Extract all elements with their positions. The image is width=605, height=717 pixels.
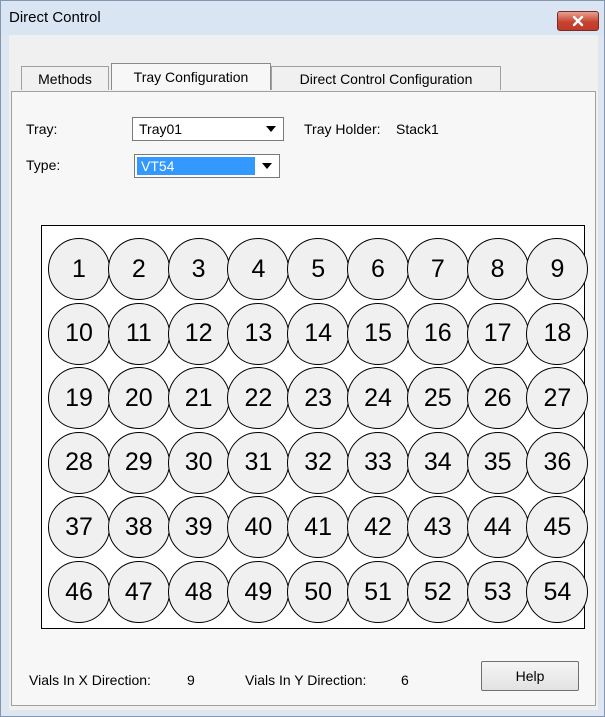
vial-21[interactable]: 21	[167, 367, 230, 430]
tab-tray-configuration[interactable]: Tray Configuration	[111, 63, 271, 90]
tray-holder-value: Stack1	[396, 121, 439, 137]
vial-42[interactable]: 42	[347, 496, 409, 559]
tray-select-value: Tray01	[139, 121, 183, 137]
vial-47[interactable]: 47	[107, 561, 170, 623]
tab-methods-label: Methods	[38, 70, 92, 87]
vial-34[interactable]: 34	[406, 431, 469, 494]
vial-46[interactable]: 46	[48, 561, 110, 623]
chevron-down-icon	[262, 163, 272, 169]
title-bar: Direct Control	[1, 1, 604, 35]
tab-direct-control-configuration[interactable]: Direct Control Configuration	[271, 66, 501, 90]
vial-1[interactable]: 1	[48, 238, 110, 300]
vial-24[interactable]: 24	[347, 367, 409, 430]
vial-38[interactable]: 38	[107, 496, 170, 559]
vial-2[interactable]: 2	[107, 238, 170, 300]
vial-10[interactable]: 10	[48, 302, 110, 365]
vial-15[interactable]: 15	[347, 302, 409, 365]
vial-50[interactable]: 50	[287, 561, 350, 623]
vial-48[interactable]: 48	[167, 561, 230, 623]
type-label: Type:	[26, 157, 61, 173]
vials-y-value: 6	[401, 672, 409, 688]
close-icon	[572, 15, 584, 27]
vial-22[interactable]: 22	[227, 367, 290, 430]
tray-select[interactable]: Tray01	[132, 117, 284, 141]
vial-5[interactable]: 5	[287, 238, 350, 300]
vial-4[interactable]: 4	[227, 238, 290, 300]
vial-12[interactable]: 12	[167, 302, 230, 365]
vial-13[interactable]: 13	[227, 302, 290, 365]
vial-49[interactable]: 49	[227, 561, 290, 623]
vial-25[interactable]: 25	[406, 367, 469, 430]
vial-31[interactable]: 31	[227, 431, 290, 494]
vial-9[interactable]: 9	[526, 238, 589, 300]
tray-dropdown-arrow[interactable]	[261, 120, 281, 138]
vial-36[interactable]: 36	[526, 431, 589, 494]
tray-label: Tray:	[26, 121, 58, 137]
tab-direct-control-configuration-label: Direct Control Configuration	[299, 70, 473, 87]
vial-11[interactable]: 11	[107, 302, 170, 365]
vial-6[interactable]: 6	[347, 238, 409, 300]
vial-17[interactable]: 17	[466, 302, 529, 365]
vial-14[interactable]: 14	[287, 302, 350, 365]
vial-23[interactable]: 23	[287, 367, 350, 430]
vial-26[interactable]: 26	[466, 367, 529, 430]
vial-43[interactable]: 43	[406, 496, 469, 559]
vial-16[interactable]: 16	[406, 302, 469, 365]
vials-x-value: 9	[187, 672, 195, 688]
tray-holder-label: Tray Holder:	[304, 121, 381, 137]
vial-53[interactable]: 53	[466, 561, 529, 623]
vial-41[interactable]: 41	[287, 496, 350, 559]
vial-20[interactable]: 20	[107, 367, 170, 430]
type-select[interactable]: VT54	[134, 154, 280, 178]
type-selection-highlight: VT54	[137, 157, 255, 175]
vial-19[interactable]: 19	[48, 367, 110, 430]
vial-28[interactable]: 28	[48, 431, 110, 494]
vial-37[interactable]: 37	[48, 496, 110, 559]
chevron-down-icon	[266, 126, 276, 132]
tray-layout: 1 2 3 4 5 6 7 8 9 10 11 12 13 14 15 16 17 18 19 20 21 22 23 24 2…	[41, 225, 589, 629]
vial-18[interactable]: 18	[526, 302, 589, 365]
dialog-client-area: Methods Tray Configuration Direct Contro…	[9, 35, 598, 710]
tab-tray-configuration-label: Tray Configuration	[133, 69, 249, 85]
vial-7[interactable]: 7	[406, 238, 469, 300]
vial-29[interactable]: 29	[107, 431, 170, 494]
vial-44[interactable]: 44	[466, 496, 529, 559]
tab-strip: Methods Tray Configuration Direct Contro…	[9, 35, 598, 93]
vial-30[interactable]: 30	[167, 431, 230, 494]
vial-39[interactable]: 39	[167, 496, 230, 559]
vial-33[interactable]: 33	[347, 431, 409, 494]
vial-40[interactable]: 40	[227, 496, 290, 559]
window-title: Direct Control	[9, 9, 101, 26]
vial-27[interactable]: 27	[526, 367, 589, 430]
type-dropdown-arrow[interactable]	[257, 157, 277, 175]
vial-51[interactable]: 51	[347, 561, 409, 623]
vials-y-label: Vials In Y Direction:	[245, 672, 367, 688]
vials-x-label: Vials In X Direction:	[29, 672, 151, 688]
direct-control-window: Direct Control Methods Tray Configuratio…	[0, 0, 605, 717]
vial-3[interactable]: 3	[167, 238, 230, 300]
vial-8[interactable]: 8	[466, 238, 529, 300]
help-button[interactable]: Help	[481, 661, 579, 691]
tab-methods[interactable]: Methods	[21, 66, 109, 90]
vial-45[interactable]: 45	[526, 496, 589, 559]
type-select-value: VT54	[141, 158, 175, 174]
vial-52[interactable]: 52	[406, 561, 469, 623]
close-button[interactable]	[557, 11, 599, 31]
vial-54[interactable]: 54	[526, 561, 589, 623]
vial-32[interactable]: 32	[287, 431, 350, 494]
vial-35[interactable]: 35	[466, 431, 529, 494]
